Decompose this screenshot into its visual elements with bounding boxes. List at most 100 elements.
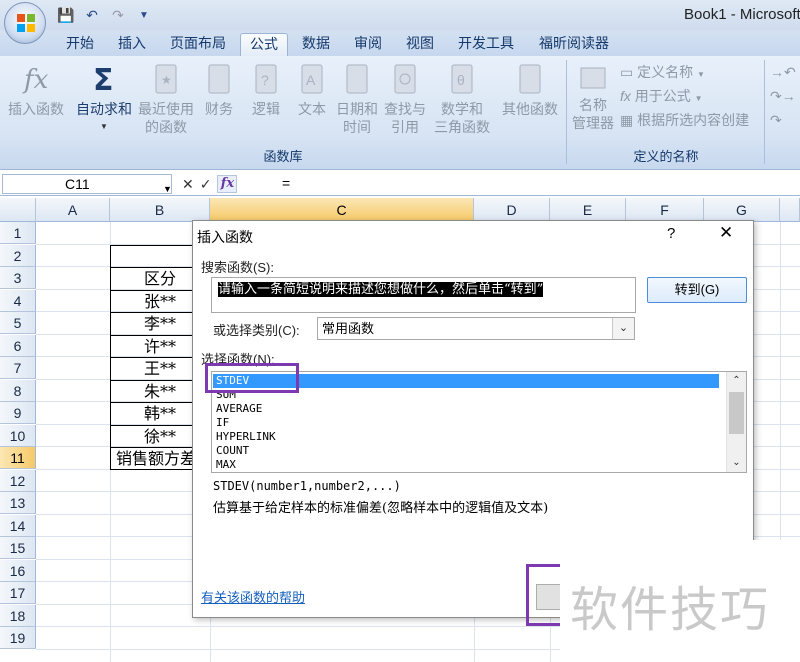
lookup-reference-button[interactable]: 查找与 引用 — [382, 62, 428, 136]
redo-icon[interactable]: ↷ — [108, 5, 128, 25]
recently-used-label-2: 的函数 — [145, 119, 187, 135]
math-trig-label-2: 三角函数 — [434, 119, 490, 135]
row-header-12[interactable]: 12 — [0, 469, 36, 492]
close-icon[interactable]: ✕ — [719, 223, 733, 243]
insert-function-button[interactable]: fx 插入函数 — [4, 62, 68, 118]
column-header-a[interactable]: A — [36, 198, 110, 222]
customize-qat-icon[interactable]: ▼ — [134, 5, 154, 25]
function-item-count[interactable]: COUNT — [216, 444, 722, 458]
tab-foxit-reader[interactable]: 福昕阅读器 — [528, 33, 620, 56]
book-text-icon: A — [301, 64, 323, 94]
enter-check-icon[interactable]: ✓ — [200, 176, 212, 193]
row-header-9[interactable]: 9 — [0, 402, 36, 424]
row-header-3[interactable]: 3 — [0, 267, 36, 289]
recently-used-button[interactable]: ★ 最近使用 的函数 — [136, 62, 196, 136]
column-header-d[interactable]: D — [474, 198, 550, 222]
function-item-max[interactable]: MAX — [216, 458, 722, 472]
function-help-link[interactable]: 有关该函数的帮助 — [201, 587, 305, 606]
tab-page-layout[interactable]: 页面布局 — [160, 33, 236, 56]
row-header-4[interactable]: 4 — [0, 289, 36, 312]
scroll-up-icon[interactable]: ⌃ — [727, 372, 746, 390]
tab-formulas[interactable]: 公式 — [240, 33, 288, 56]
tab-home[interactable]: 开始 — [56, 33, 104, 56]
row-header-15[interactable]: 15 — [0, 537, 36, 559]
insert-function-fx-button[interactable]: fx — [217, 175, 238, 193]
tab-review[interactable]: 审阅 — [344, 33, 392, 56]
column-header-f[interactable]: F — [626, 198, 704, 222]
text-button[interactable]: A 文本 — [292, 62, 332, 118]
function-signature: STDEV(number1,number2,...) — [213, 479, 401, 493]
scroll-down-icon[interactable]: ⌄ — [727, 454, 746, 472]
row-header-14[interactable]: 14 — [0, 514, 36, 537]
column-header-e[interactable]: E — [550, 198, 626, 222]
chevron-down-icon[interactable]: ⌄ — [612, 318, 634, 339]
financial-label: 财务 — [205, 101, 233, 117]
row-header-5[interactable]: 5 — [0, 312, 36, 334]
defined-names-group-label: 定义的名称 — [633, 149, 699, 164]
math-trig-button[interactable]: θ 数学和 三角函数 — [430, 62, 494, 136]
row-header-18[interactable]: 18 — [0, 604, 36, 627]
use-in-formula-button[interactable]: fx 用于公式 ▼ — [620, 86, 703, 106]
column-header-g[interactable]: G — [704, 198, 780, 222]
formula-input[interactable]: = — [282, 175, 290, 191]
help-icon[interactable]: ? — [667, 225, 675, 242]
function-item-hyperlink[interactable]: HYPERLINK — [216, 430, 722, 444]
fx-small-icon: fx — [620, 88, 635, 104]
watermark-panel: 软件技巧 — [560, 540, 800, 662]
column-header-b[interactable]: B — [110, 198, 210, 222]
row-header-8[interactable]: 8 — [0, 379, 36, 402]
search-function-input[interactable]: 请输入一条简短说明来描述您想做什么，然后单击“转到” — [211, 277, 636, 313]
book-theta-icon: θ — [451, 64, 473, 94]
quick-access-toolbar: 💾 ↶ ↷ ▼ — [56, 4, 154, 26]
name-box[interactable]: C11 ▼ — [2, 174, 172, 194]
watermark-text: 软件技巧 — [570, 584, 771, 637]
row-header-7[interactable]: 7 — [0, 357, 36, 379]
row-header-6[interactable]: 6 — [0, 334, 36, 357]
financial-button[interactable]: 财务 — [198, 62, 240, 118]
row-header-11[interactable]: 11 — [0, 447, 36, 469]
more-functions-button[interactable]: 其他函数 — [498, 62, 562, 118]
column-header-h[interactable] — [780, 198, 800, 222]
create-from-selection-button[interactable]: ▦ 根据所选内容创建 — [620, 110, 749, 130]
undo-icon[interactable]: ↶ — [82, 5, 102, 25]
date-time-button[interactable]: 日期和 时间 — [334, 62, 380, 136]
function-item-if[interactable]: IF — [216, 416, 722, 430]
variance-label-cell[interactable]: 销售额方差 — [110, 447, 194, 470]
list-scrollbar[interactable]: ⌃ ⌄ — [726, 372, 746, 472]
column-header-c[interactable]: C — [210, 198, 474, 222]
row-header-17[interactable]: 17 — [0, 582, 36, 604]
define-name-button[interactable]: ▭ 定义名称 ▼ — [620, 62, 705, 82]
function-item-average[interactable]: AVERAGE — [216, 402, 722, 416]
tab-view[interactable]: 视图 — [396, 33, 444, 56]
tab-developer[interactable]: 开发工具 — [448, 33, 524, 56]
trace-icon[interactable]: →↶ — [770, 64, 796, 81]
goto-button[interactable]: 转到(G) — [647, 277, 747, 303]
row-header-16[interactable]: 16 — [0, 559, 36, 582]
function-library-group-label: 函数库 — [263, 149, 303, 164]
save-icon[interactable]: 💾 — [56, 5, 76, 25]
autosum-label: 自动求和 — [76, 101, 132, 117]
autosum-button[interactable]: Σ 自动求和 ▼ — [74, 62, 134, 136]
remove-arrows-icon[interactable]: ↷ — [770, 112, 782, 129]
trace-dependents-icon[interactable]: ↷→ — [770, 88, 796, 105]
name-manager-button[interactable]: 名称 管理器 — [570, 64, 616, 132]
tab-data[interactable]: 数据 — [292, 33, 340, 56]
row-header-1[interactable]: 1 — [0, 222, 36, 244]
row-header-2[interactable]: 2 — [0, 244, 36, 267]
select-all-corner[interactable] — [0, 198, 36, 222]
title-bar: 💾 ↶ ↷ ▼ Book1 - Microsoft — [0, 0, 800, 30]
chevron-down-icon[interactable]: ▼ — [163, 180, 172, 198]
book-clock-icon — [346, 64, 368, 94]
name-manager-label-1: 名称 — [579, 97, 607, 113]
logical-button[interactable]: ? 逻辑 — [246, 62, 286, 118]
category-select[interactable]: 常用函数 ⌄ — [317, 317, 635, 340]
svg-text:★: ★ — [161, 73, 172, 87]
row-header-13[interactable]: 13 — [0, 492, 36, 514]
row-header-10[interactable]: 10 — [0, 424, 36, 447]
tab-insert[interactable]: 插入 — [108, 33, 156, 56]
scroll-thumb[interactable] — [729, 392, 744, 434]
office-button[interactable] — [4, 2, 46, 44]
row-header-19[interactable]: 19 — [0, 627, 36, 649]
cancel-icon[interactable]: ✕ — [182, 176, 194, 193]
fx-icon: fx — [22, 65, 49, 95]
